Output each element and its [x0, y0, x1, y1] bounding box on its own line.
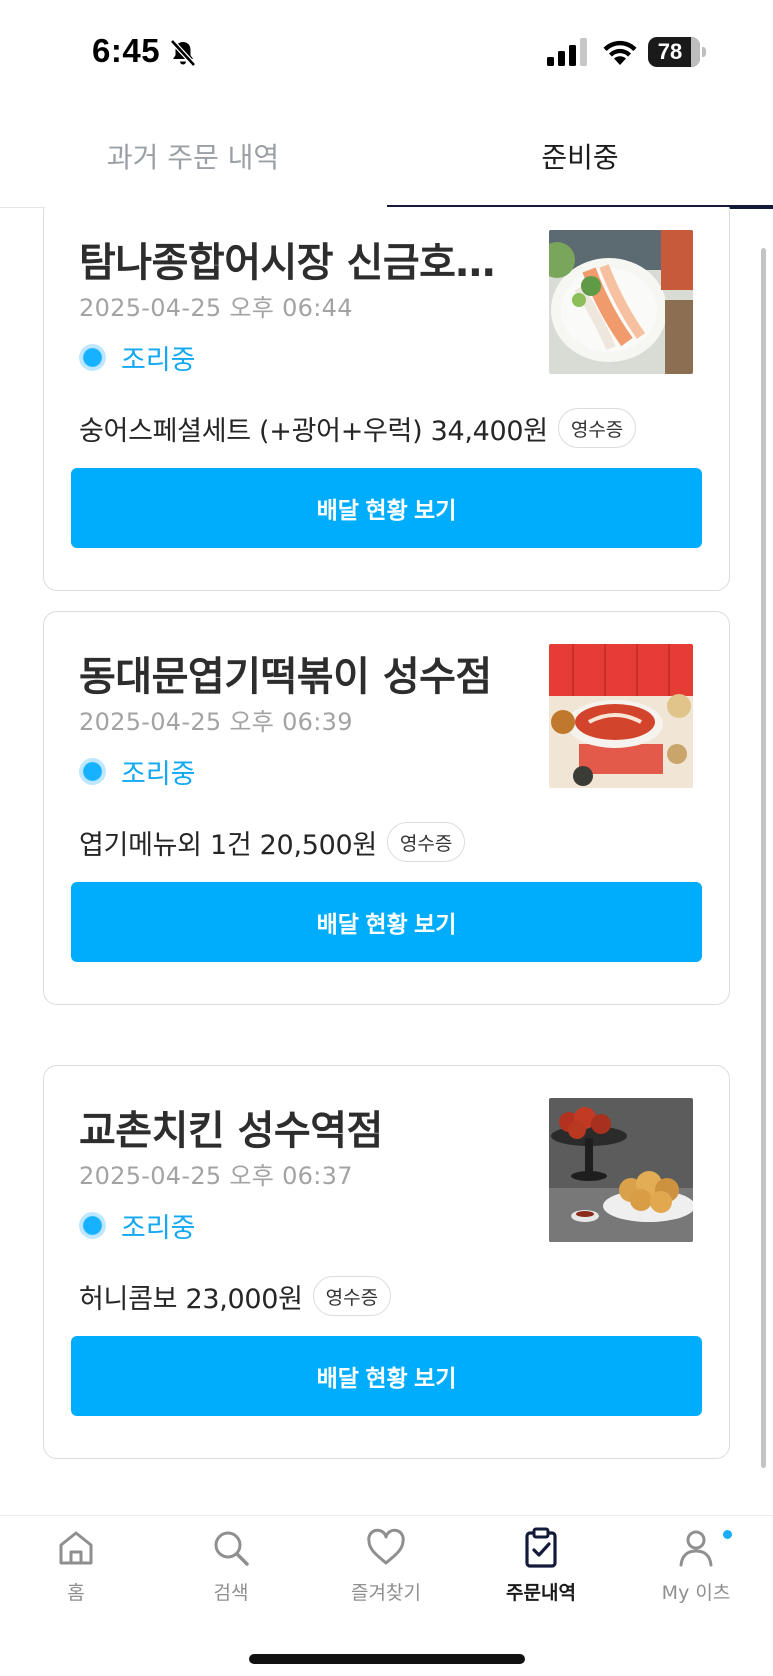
- order-status: 조리중: [79, 338, 196, 377]
- nav-my-eats[interactable]: My 이츠: [626, 1526, 766, 1626]
- nav-label: 검색: [213, 1582, 249, 1604]
- order-status: 조리중: [79, 1206, 196, 1245]
- status-label: 조리중: [121, 345, 196, 376]
- nav-label: 즐겨찾기: [351, 1582, 421, 1604]
- status-time: 6:45: [92, 32, 161, 69]
- order-history-screen: 6:45 78 과거 주문 내역 준비중 탐나종합어시장 신금호… 2025-0…: [0, 0, 773, 1676]
- home-icon: [59, 1531, 93, 1565]
- order-summary: 엽기메뉴외 1건 20,500원: [79, 829, 377, 861]
- status-label: 조리중: [121, 759, 196, 790]
- bottom-nav: 홈 검색 즐겨찾기 주문내역 My 이츠: [0, 1515, 773, 1676]
- cellular-signal-icon: [547, 38, 587, 66]
- order-tabs: 과거 주문 내역 준비중: [0, 104, 773, 209]
- order-card[interactable]: 탐나종합어시장 신금호… 2025-04-25 오후 06:44 조리중 숭어스…: [43, 207, 730, 591]
- store-name[interactable]: 동대문엽기떡볶이 성수점: [79, 644, 499, 702]
- tteokbokki-image: [549, 644, 693, 788]
- delivery-status-button[interactable]: 배달 현황 보기: [71, 1336, 702, 1416]
- person-icon: [679, 1530, 713, 1567]
- home-indicator[interactable]: [249, 1654, 525, 1664]
- status-dot-icon: [79, 1212, 106, 1239]
- order-date: 2025-04-25 오후 06:37: [79, 1162, 353, 1190]
- store-thumbnail: [549, 644, 693, 788]
- store-name[interactable]: 탐나종합어시장 신금호…: [79, 230, 499, 288]
- nav-home[interactable]: 홈: [6, 1526, 146, 1626]
- store-thumbnail: [549, 1098, 693, 1242]
- order-card[interactable]: 동대문엽기떡볶이 성수점 2025-04-25 오후 06:39 조리중 엽기메…: [43, 611, 730, 1005]
- tab-past-orders[interactable]: 과거 주문 내역: [0, 104, 386, 208]
- nav-label: 홈: [67, 1582, 85, 1604]
- notification-badge: [723, 1530, 732, 1539]
- nav-label: My 이츠: [661, 1582, 731, 1604]
- store-thumbnail: [549, 230, 693, 374]
- receipt-button[interactable]: 영수증: [557, 408, 637, 448]
- tab-preparing[interactable]: 준비중: [387, 104, 773, 208]
- search-icon: [214, 1531, 249, 1566]
- order-summary-row: 엽기메뉴외 1건 20,500원 영수증: [79, 822, 466, 862]
- receipt-button[interactable]: 영수증: [312, 1276, 392, 1316]
- order-summary-row: 허니콤보 23,000원 영수증: [79, 1276, 392, 1316]
- nav-orders[interactable]: 주문내역: [471, 1526, 611, 1626]
- order-status: 조리중: [79, 752, 196, 791]
- clipboard-check-icon: [525, 1527, 557, 1568]
- delivery-status-button[interactable]: 배달 현황 보기: [71, 468, 702, 548]
- order-summary-row: 숭어스페셜세트 (+광어+우럭) 34,400원 영수증: [79, 408, 637, 448]
- battery-indicator: 78: [648, 37, 706, 67]
- nav-favorites[interactable]: 즐겨찾기: [316, 1526, 456, 1626]
- status-dot-icon: [79, 758, 106, 785]
- wifi-icon: [603, 40, 637, 65]
- order-summary: 허니콤보 23,000원: [79, 1283, 303, 1315]
- nav-search[interactable]: 검색: [161, 1526, 301, 1626]
- store-name[interactable]: 교촌치킨 성수역점: [79, 1098, 499, 1156]
- sashimi-image: [549, 230, 693, 374]
- status-bar: 6:45 78: [0, 0, 773, 104]
- order-date: 2025-04-25 오후 06:44: [79, 294, 353, 322]
- order-date: 2025-04-25 오후 06:39: [79, 708, 353, 736]
- bell-off-icon: [170, 39, 196, 67]
- order-summary: 숭어스페셜세트 (+광어+우럭) 34,400원: [79, 415, 548, 447]
- scrollbar[interactable]: [761, 248, 766, 1468]
- delivery-status-button[interactable]: 배달 현황 보기: [71, 882, 702, 962]
- order-list[interactable]: 탐나종합어시장 신금호… 2025-04-25 오후 06:44 조리중 숭어스…: [0, 207, 773, 1515]
- fried-chicken-image: [549, 1098, 693, 1242]
- receipt-button[interactable]: 영수증: [386, 822, 466, 862]
- status-dot-icon: [79, 344, 106, 371]
- heart-icon: [367, 1528, 405, 1565]
- status-label: 조리중: [121, 1213, 196, 1244]
- nav-label: 주문내역: [506, 1582, 576, 1604]
- order-card[interactable]: 교촌치킨 성수역점 2025-04-25 오후 06:37 조리중 허니콤보 2…: [43, 1065, 730, 1459]
